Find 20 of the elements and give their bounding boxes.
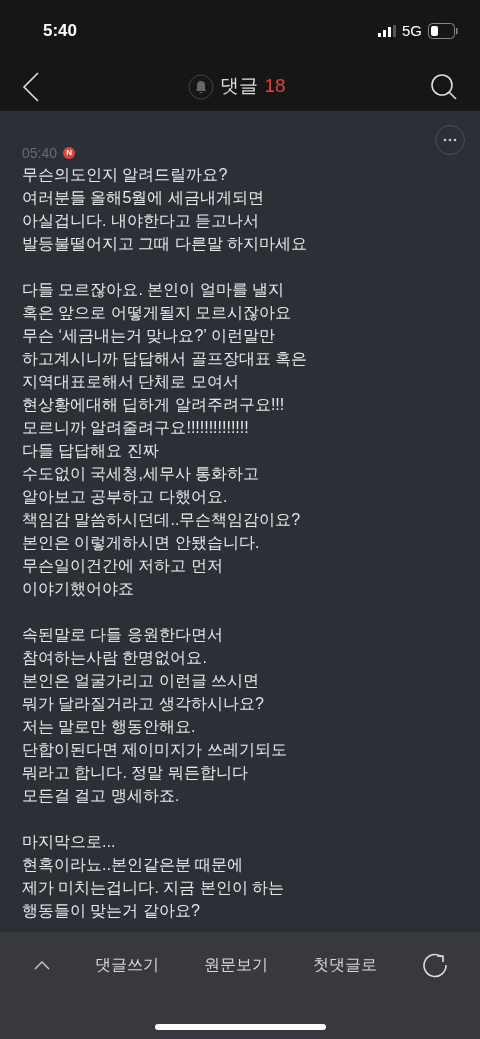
comment-paragraph: 다들 모르잖아요. 본인이 얼마를 낼지 혹은 앞으로 어떻게될지 모르시잖아요 무슨 ‘세금내는거 맞나요?’ 이런말만 하고계시니까 답답해서 골프장대표 혹은 지역대표로해서 단체로 모여서 현상황에대해 딥하게 알려주려구요!!! 모르니까 알려줄려구요!!!!!!!!!!!!!! 다들 답답해요 진짜 수도없이 국세청,세무사 통화하고 알아보고 공부하고 다했어요. 책임감 말씀하시던데..무슨책임감이요? 본인은 이렇게하시면 안됐습니다. 무슨일이건간에 저하고 먼저 이야기했어야죠 <box>22 280 308 599</box>
header-title: 댓글 <box>220 74 259 99</box>
new-badge: N <box>63 147 76 159</box>
signal-icon <box>378 25 396 37</box>
comment-paragraph: 마지막으로... 현혹이라뇨..본인같은분 때문에 제가 미치는겁니다. 지금 본인이 하는 행동들이 맞는거 같아요? <box>22 832 285 921</box>
search-icon[interactable] <box>430 72 458 101</box>
more-icon <box>443 138 457 142</box>
refresh-icon[interactable] <box>422 951 448 978</box>
bell-icon[interactable] <box>188 73 215 100</box>
toolbar-button[interactable]: 원문보기 <box>204 952 268 977</box>
toolbar-button[interactable]: 첫댓글로 <box>313 952 377 977</box>
comment-paragraph: 무슨의도인지 알려드릴까요? 여러분들 올해5월에 세금내게되면 아실겁니다. 내야한다고 듣고나서 발등불떨어지고 그때 다른말 하지마세요 <box>22 165 308 254</box>
scroll-up-icon[interactable] <box>34 959 50 970</box>
comment-count: 18 <box>264 74 286 99</box>
status-time: 5:40 <box>43 20 78 43</box>
battery-icon <box>428 23 458 39</box>
comment-time: 05:40 <box>22 143 58 163</box>
comment-paragraph: 속된말로 다들 응원한다면서 참여하는사람 한명없어요. 본인은 얼굴가리고 이런글 쓰시면 뭐가 달라질거라고 생각하시나요? 저는 말로만 행동안해요. 단합이된다면 제이미지가 쓰레기되도 뭐라고 합니다. 정말 뭐든합니다 모든걸 걸고 맹세하죠. <box>22 625 287 806</box>
network-label: 5G <box>402 20 422 41</box>
toolbar-button[interactable]: 댓글쓰기 <box>95 952 159 977</box>
